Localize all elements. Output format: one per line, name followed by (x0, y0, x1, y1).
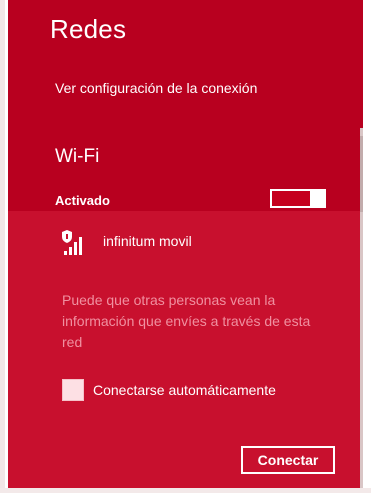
network-name: infinitum movil (103, 233, 192, 249)
toggle-thumb (314, 189, 326, 208)
wifi-toggle-label: Activado (55, 193, 110, 208)
wifi-toggle[interactable] (270, 189, 326, 208)
scroll-up-arrow-icon[interactable]: ▲ (361, 128, 363, 136)
wifi-secured-signal-icon (62, 230, 82, 255)
security-warning: Puede que otras personas vean la informa… (62, 292, 311, 350)
view-connection-settings-link[interactable]: Ver configuración de la conexión (55, 80, 257, 96)
connect-button[interactable]: Conectar (241, 446, 335, 474)
window-border-bottom (0, 488, 371, 493)
wifi-section-title: Wi-Fi (55, 146, 100, 167)
page-title: Redes (50, 14, 127, 44)
toggle-fill (272, 191, 310, 206)
auto-connect-checkbox[interactable] (62, 379, 84, 401)
window-border-left (0, 0, 5, 493)
scrollbar-thumb[interactable] (360, 136, 363, 212)
auto-connect-label: Conectarse automáticamente (93, 382, 276, 398)
networks-pane: Redes Ver configuración de la conexión W… (8, 0, 363, 488)
network-item-infinitum-movil[interactable]: infinitum movil Puede que otras personas… (8, 211, 360, 488)
